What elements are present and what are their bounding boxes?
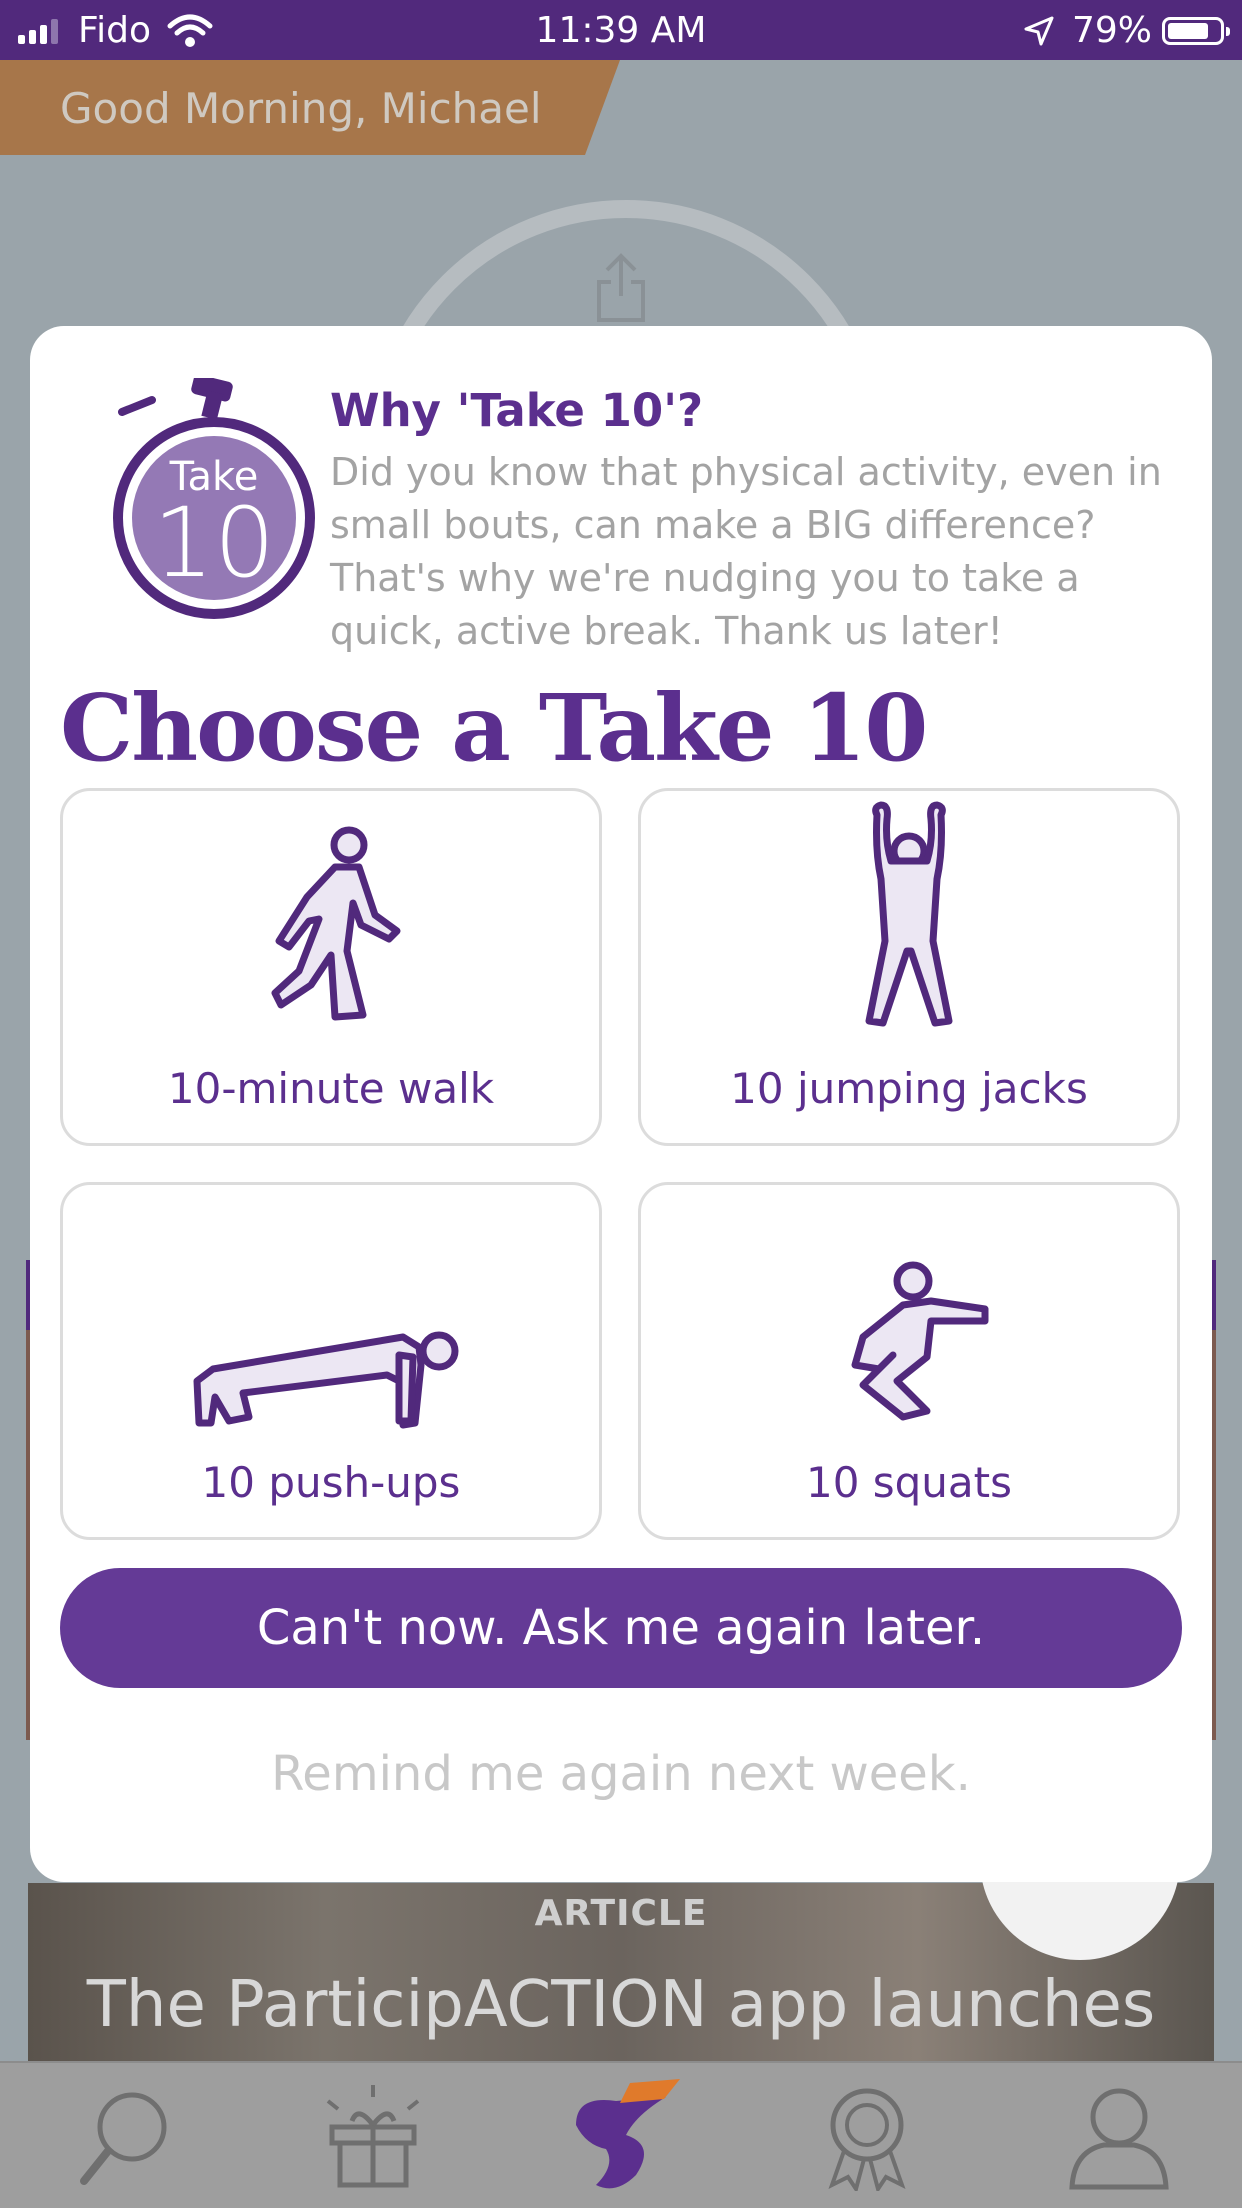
option-walk-label: 10-minute walk — [167, 1064, 495, 1113]
take10-modal: Take 10 Why 'Take 10'? Did you know that… — [30, 326, 1212, 1882]
remind-next-week-link[interactable]: Remind me again next week. — [30, 1746, 1212, 1802]
logo-number-text: 10 — [153, 487, 275, 599]
take10-stopwatch-logo: Take 10 — [82, 374, 322, 628]
stopwatch-icon: Take 10 — [113, 374, 315, 619]
ask-later-button[interactable]: Can't now. Ask me again later. — [60, 1568, 1182, 1688]
option-jumping-jacks-card[interactable]: 10 jumping jacks — [638, 788, 1180, 1146]
option-squats-card[interactable]: 10 squats — [638, 1182, 1180, 1540]
option-jumping-jacks-label: 10 jumping jacks — [730, 1064, 1088, 1113]
walking-figure-icon — [271, 826, 401, 1021]
option-squats-label: 10 squats — [805, 1458, 1013, 1507]
squat-figure-icon — [851, 1261, 989, 1421]
push-up-figure-icon — [193, 1331, 459, 1429]
jumping-jack-figure-icon — [865, 801, 953, 1027]
option-push-ups-card[interactable]: 10 push-ups — [60, 1182, 602, 1540]
why-title: Why 'Take 10'? — [330, 384, 704, 437]
option-push-ups-label: 10 push-ups — [201, 1458, 461, 1507]
choose-heading: Choose a Take 10 — [60, 674, 928, 782]
why-description: Did you know that physical activity, eve… — [330, 450, 1162, 653]
option-walk-card[interactable]: 10-minute walk — [60, 788, 602, 1146]
